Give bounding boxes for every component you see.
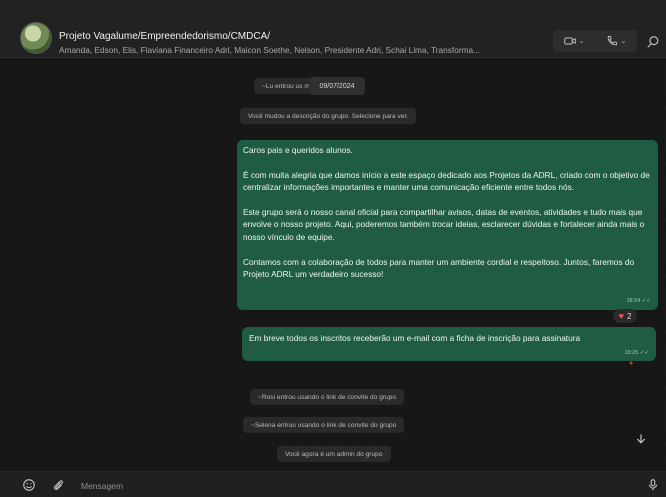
message-paragraph: É com muita alegria que damos início a e… (243, 169, 650, 193)
group-avatar[interactable] (20, 22, 52, 54)
system-message: ~Rosi entrou usando o link de convite do… (250, 389, 405, 405)
video-call-button[interactable]: ⌄ (553, 30, 595, 52)
message-paragraph: Contamos com a colaboração de todos para… (243, 256, 635, 280)
message-timestamp: 18:24 ✓✓ (626, 297, 651, 304)
system-message[interactable]: Você mudou a descrição do grupo. Selecio… (240, 108, 417, 124)
video-camera-icon (563, 35, 576, 47)
emoji-icon (22, 478, 36, 492)
system-message: ~Selena entrou usando o link de convite … (243, 417, 405, 433)
message-reaction[interactable]: ♥ 2 (613, 309, 637, 323)
phone-icon (606, 35, 618, 47)
group-title[interactable]: Projeto Vagalume/Empreendedorismo/CMDCA/ (59, 31, 270, 42)
message-input[interactable] (81, 478, 611, 494)
outgoing-message[interactable]: Caros pais e queridos alunos. É com muit… (237, 140, 658, 310)
paperclip-icon (51, 478, 65, 492)
chat-header: Projeto Vagalume/Empreendedorismo/CMDCA/… (0, 0, 666, 58)
arrow-down-icon (635, 433, 647, 445)
reaction-icon[interactable]: ● (629, 360, 633, 367)
search-button[interactable] (646, 35, 660, 49)
microphone-icon (646, 478, 660, 492)
message-paragraph: Este grupo será o nosso canal oficial pa… (243, 207, 645, 242)
date-separator: 09/07/2024 (309, 77, 365, 95)
scroll-down-button[interactable] (631, 429, 651, 449)
voice-call-button[interactable]: ⌄ (595, 30, 637, 52)
reaction-count: 2 (626, 311, 632, 321)
message-text: Em breve todos os inscritos receberão um… (249, 333, 581, 343)
system-message: Você agora é um admin do grupo (277, 446, 391, 462)
search-icon (646, 35, 660, 49)
chevron-down-icon: ⌄ (620, 38, 627, 45)
message-paragraph: Caros pais e queridos alunos. (243, 145, 353, 155)
group-members[interactable]: Amanda, Edson, Elis, Flaviana Financeiro… (59, 45, 549, 55)
heart-icon: ♥ (618, 311, 624, 321)
call-buttons: ⌄ ⌄ (553, 30, 637, 52)
attach-button[interactable] (51, 478, 65, 492)
emoji-button[interactable] (22, 478, 36, 492)
chevron-down-icon: ⌄ (578, 38, 585, 45)
composer (0, 471, 666, 497)
outgoing-message[interactable]: Em breve todos os inscritos receberão um… (242, 327, 656, 361)
message-timestamp: 18:25 ✓✓ (624, 349, 649, 356)
voice-message-button[interactable] (646, 478, 660, 492)
